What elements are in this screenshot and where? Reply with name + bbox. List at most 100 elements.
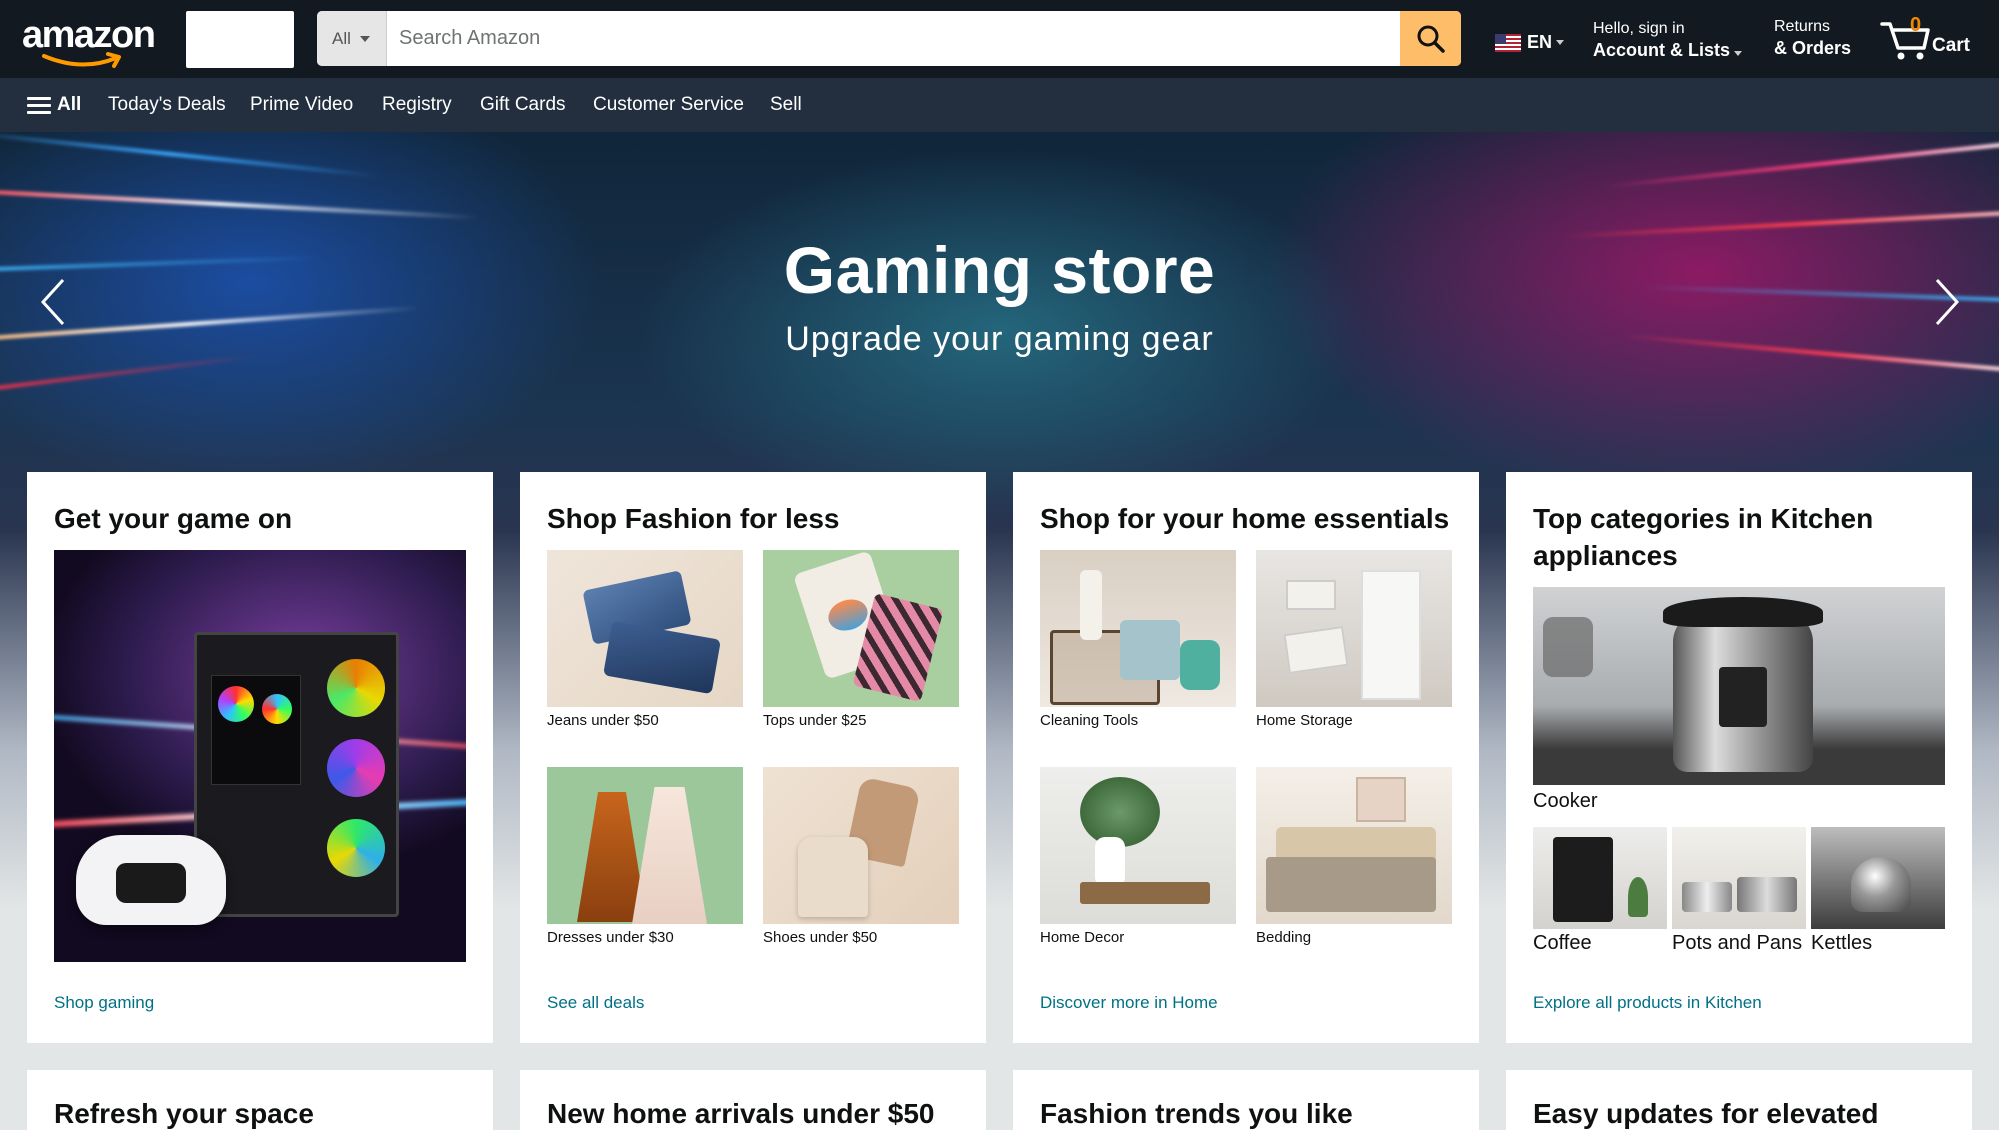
- tile-cleaning-tools[interactable]: Cleaning Tools: [1040, 550, 1236, 729]
- hamburger-menu-icon[interactable]: [27, 97, 51, 115]
- language-label: EN: [1527, 32, 1553, 52]
- tile-kettles[interactable]: Kettles: [1811, 827, 1945, 955]
- card-fashion: Shop Fashion for less Jeans under $50 To…: [520, 472, 986, 1043]
- account-greeting: Hello, sign in: [1593, 20, 1685, 37]
- tile-dresses[interactable]: Dresses under $30: [547, 767, 743, 946]
- tile-caption: Cleaning Tools: [1040, 712, 1139, 729]
- card-title: New home arrivals under $50: [547, 1098, 935, 1129]
- dresses-image: [547, 767, 743, 924]
- light-streak: [0, 353, 260, 395]
- card-kitchen-appliances: Top categories in Kitchen appliances Coo…: [1506, 472, 1972, 1043]
- card-refresh-space: Refresh your space: [27, 1070, 493, 1130]
- card-title: Top categories in Kitchen appliances: [1533, 503, 1874, 571]
- caret-down-icon: [359, 35, 370, 42]
- account-lists[interactable]: Hello, sign in Account & Lists: [1593, 19, 1743, 61]
- coffee-image: [1533, 827, 1667, 929]
- tops-image: [763, 550, 959, 707]
- amazon-logo[interactable]: amazon: [22, 12, 162, 68]
- tile-pots-and-pans[interactable]: Pots and Pans: [1672, 827, 1806, 955]
- shop-gaming-link[interactable]: Shop gaming: [54, 993, 154, 1013]
- nav-todays-deals[interactable]: Today's Deals: [108, 94, 226, 116]
- tile-tops[interactable]: Tops under $25: [763, 550, 959, 729]
- search-button[interactable]: [1400, 11, 1461, 66]
- explore-kitchen-link[interactable]: Explore all products in Kitchen: [1533, 993, 1762, 1013]
- cart-count: 0: [1910, 14, 1922, 36]
- light-streak: [0, 132, 380, 178]
- discover-home-link[interactable]: Discover more in Home: [1040, 993, 1218, 1013]
- tile-caption: Bedding: [1256, 929, 1312, 946]
- card-title: Shop for your home essentials: [1040, 503, 1450, 534]
- hero-title: Gaming store: [783, 233, 1216, 307]
- search-category-dropdown[interactable]: All: [317, 11, 387, 66]
- tile-jeans[interactable]: Jeans under $50: [547, 550, 743, 729]
- card-easy-updates: Easy updates for elevated: [1506, 1070, 1972, 1130]
- card-title: Refresh your space: [54, 1098, 314, 1129]
- tile-caption: Home Decor: [1040, 929, 1125, 946]
- orders-label: & Orders: [1774, 38, 1852, 58]
- search-input[interactable]: [387, 11, 1387, 66]
- top-nav: amazon All EN Hello, sign in Account & L…: [0, 0, 1999, 78]
- tile-coffee[interactable]: Coffee: [1533, 827, 1667, 955]
- light-streak: [1600, 139, 1999, 189]
- sub-nav: All Today's Deals Prime Video Registry G…: [0, 78, 1999, 132]
- returns-orders[interactable]: Returns & Orders: [1774, 17, 1851, 59]
- nav-registry[interactable]: Registry: [382, 94, 452, 116]
- card-title: Fashion trends you like: [1040, 1098, 1353, 1129]
- cleaning-tools-image: [1040, 550, 1236, 707]
- home-decor-image: [1040, 767, 1236, 924]
- light-streak: [0, 188, 480, 220]
- tile-caption: Kettles: [1811, 932, 1873, 954]
- tile-caption: Shoes under $50: [763, 929, 878, 946]
- gaming-pc-image[interactable]: [54, 550, 466, 962]
- cart-button[interactable]: 0 Cart: [1880, 14, 1980, 64]
- bedding-image: [1256, 767, 1452, 924]
- home-storage-image: [1256, 550, 1452, 707]
- card-fashion-trends: Fashion trends you like: [1013, 1070, 1479, 1130]
- us-flag-icon: [1495, 33, 1521, 52]
- smile-arrow-icon: [42, 52, 121, 68]
- card-new-home-arrivals: New home arrivals under $50: [520, 1070, 986, 1130]
- tile-caption: Dresses under $30: [547, 929, 674, 946]
- caret-down-icon: [1556, 40, 1565, 45]
- language-selector[interactable]: EN: [1495, 32, 1565, 53]
- tile-caption: Jeans under $50: [547, 712, 659, 729]
- tile-bedding[interactable]: Bedding: [1256, 767, 1452, 946]
- kettles-image: [1811, 827, 1945, 929]
- shoes-image: [763, 767, 959, 924]
- carousel-prev-arrow-icon[interactable]: [35, 272, 75, 332]
- see-all-deals-link[interactable]: See all deals: [547, 993, 644, 1013]
- tile-caption: Tops under $25: [763, 712, 867, 729]
- hero-subtitle: Upgrade your gaming gear: [785, 320, 1214, 358]
- returns-label: Returns: [1774, 18, 1831, 35]
- search-icon: [1417, 25, 1445, 53]
- nav-sell[interactable]: Sell: [770, 94, 802, 116]
- nav-prime-video[interactable]: Prime Video: [250, 94, 353, 116]
- cooker-caption: Cooker: [1533, 790, 1598, 812]
- card-home-essentials: Shop for your home essentials Cleaning T…: [1013, 472, 1479, 1043]
- deliver-to-box[interactable]: [186, 11, 294, 68]
- pots-pans-image: [1672, 827, 1806, 929]
- tile-home-storage[interactable]: Home Storage: [1256, 550, 1452, 729]
- card-gaming: Get your game on Shop gaming: [27, 472, 493, 1043]
- jeans-image: [547, 550, 743, 707]
- card-title: Easy updates for elevated: [1533, 1098, 1879, 1129]
- search-category-label: All: [332, 28, 351, 48]
- card-title: Get your game on: [54, 503, 293, 534]
- cart-icon: [1880, 22, 1930, 60]
- tile-shoes[interactable]: Shoes under $50: [763, 767, 959, 946]
- account-label: Account & Lists: [1593, 39, 1743, 61]
- caret-down-icon: [1734, 51, 1743, 56]
- cooker-image[interactable]: [1533, 587, 1945, 785]
- carousel-next-arrow-icon[interactable]: [1925, 272, 1965, 332]
- nav-gift-cards[interactable]: Gift Cards: [480, 94, 566, 116]
- nav-customer-service[interactable]: Customer Service: [593, 94, 744, 116]
- tile-caption: Coffee: [1533, 932, 1592, 954]
- logo-text: amazon: [22, 14, 156, 56]
- tile-caption: Home Storage: [1256, 712, 1353, 729]
- tile-caption: Pots and Pans: [1672, 932, 1803, 954]
- tile-home-decor[interactable]: Home Decor: [1040, 767, 1236, 946]
- search-bar: All: [317, 11, 1461, 66]
- card-title: Shop Fashion for less: [547, 503, 840, 534]
- all-menu-button[interactable]: All: [57, 94, 81, 116]
- cart-label: Cart: [1932, 35, 1971, 56]
